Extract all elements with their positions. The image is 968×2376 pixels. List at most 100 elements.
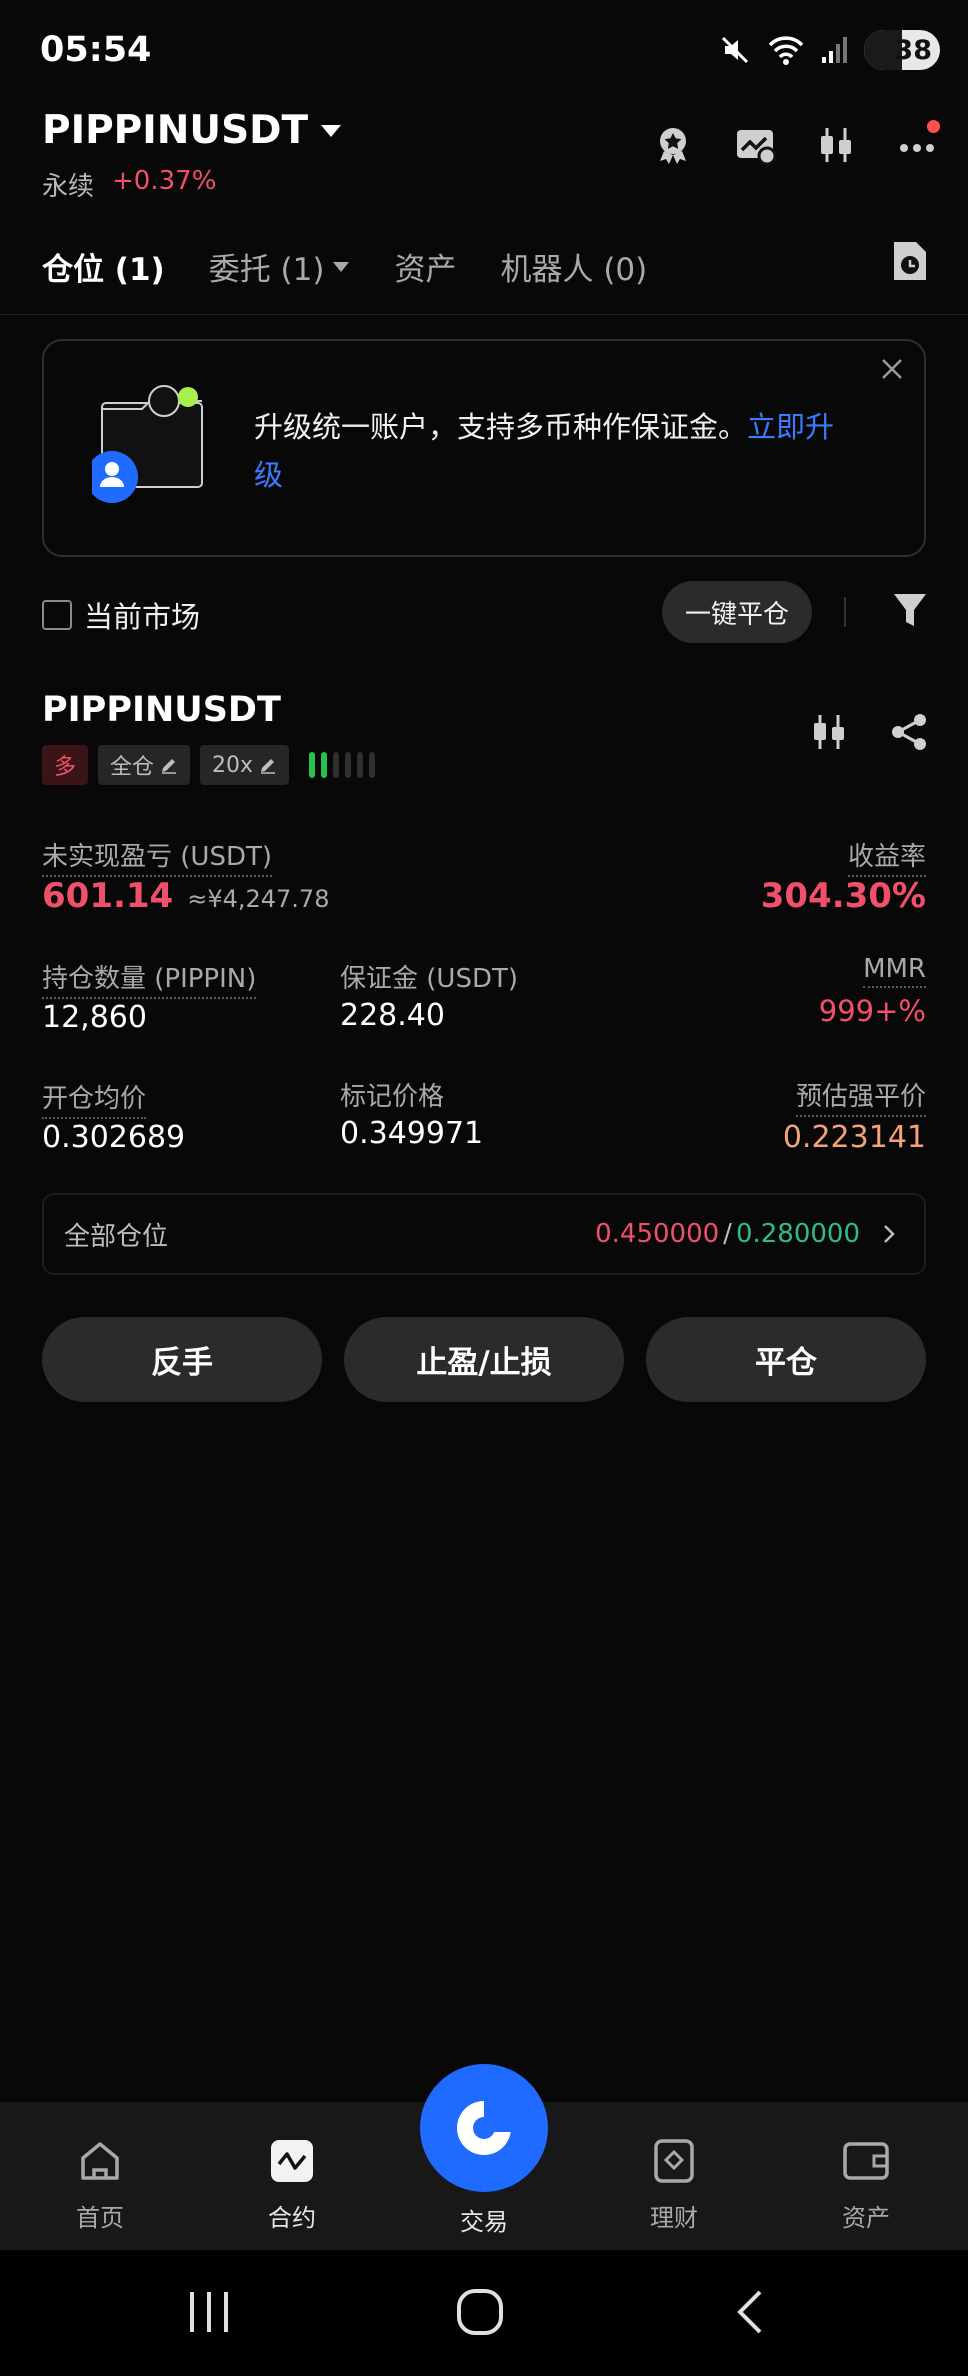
risk-level-bars bbox=[309, 752, 376, 778]
close-icon[interactable] bbox=[880, 357, 904, 381]
price-change: +0.37% bbox=[112, 166, 217, 196]
margin-mode-tag[interactable]: 全仓 bbox=[98, 745, 191, 785]
history-icon[interactable] bbox=[890, 240, 928, 282]
candlestick-icon[interactable] bbox=[810, 712, 848, 752]
folder-illustration-icon bbox=[86, 385, 212, 507]
unrealized-pnl-cny: ≈¥4,247.78 bbox=[187, 885, 330, 913]
entry-price-label[interactable]: 开仓均价 bbox=[42, 1078, 147, 1119]
current-market-label: 当前市场 bbox=[84, 600, 201, 634]
current-market-checkbox[interactable] bbox=[42, 600, 72, 630]
risk-bar bbox=[321, 752, 328, 778]
candlestick-icon[interactable] bbox=[816, 124, 856, 166]
nav-futures[interactable]: 合约 bbox=[232, 2138, 352, 2233]
nav-assets[interactable]: 资产 bbox=[806, 2138, 926, 2233]
caret-down-icon bbox=[320, 124, 342, 138]
futures-icon bbox=[271, 2140, 313, 2182]
position-actions bbox=[810, 712, 928, 752]
earn-icon bbox=[654, 2139, 694, 2183]
status-time: 05:54 bbox=[40, 30, 152, 70]
roe-value: 304.30% bbox=[760, 876, 926, 916]
position-tabs: 仓位 (1) 委托 (1) 资产 机器人 (0) bbox=[42, 244, 647, 289]
mark-price-value: 0.349971 bbox=[340, 1116, 484, 1151]
nav-earn-label: 理财 bbox=[650, 2204, 698, 2232]
chart-settings-icon[interactable] bbox=[734, 124, 776, 166]
edit-icon bbox=[261, 759, 276, 774]
risk-bar bbox=[333, 752, 340, 778]
margin-value: 228.40 bbox=[340, 998, 445, 1033]
leverage-tag[interactable]: 20x bbox=[200, 745, 290, 785]
liq-price-value: 0.223141 bbox=[782, 1120, 926, 1155]
recent-apps-icon[interactable] bbox=[186, 2290, 232, 2334]
back-icon[interactable] bbox=[732, 2288, 768, 2336]
upgrade-banner[interactable]: 升级统一账户，支持多币种作保证金。立即升级 bbox=[42, 339, 926, 557]
pair-subtitle: 永续 +0.37% bbox=[42, 166, 216, 203]
roe-label[interactable]: 收益率 bbox=[847, 836, 926, 877]
nav-trade-label: 交易 bbox=[460, 2208, 508, 2236]
unrealized-pnl-label[interactable]: 未实现盈亏 (USDT) bbox=[42, 836, 272, 877]
tab-assets[interactable]: 资产 bbox=[394, 244, 456, 289]
risk-bar bbox=[369, 752, 376, 778]
risk-bar bbox=[309, 752, 316, 778]
tab-bots[interactable]: 机器人 (0) bbox=[500, 244, 647, 289]
share-icon[interactable] bbox=[890, 712, 928, 752]
tpsl-prices: 0.450000 / 0.280000 bbox=[595, 1219, 904, 1249]
mute-icon bbox=[718, 33, 752, 67]
price-separator: / bbox=[723, 1219, 732, 1249]
close-all-button[interactable]: 一键平仓 bbox=[662, 581, 812, 643]
status-icons: 38 bbox=[718, 30, 940, 70]
notification-dot bbox=[927, 120, 940, 133]
filter-icon[interactable] bbox=[892, 592, 928, 630]
margin-label: 保证金 (USDT) bbox=[340, 964, 518, 994]
nav-home[interactable]: 首页 bbox=[40, 2138, 160, 2233]
header-actions bbox=[652, 120, 940, 166]
pair-selector[interactable]: PIPPINUSDT bbox=[42, 108, 342, 153]
qty-value: 12,860 bbox=[42, 1000, 147, 1035]
entry-price-value: 0.302689 bbox=[42, 1120, 186, 1155]
reverse-button[interactable]: 反手 bbox=[42, 1317, 322, 1402]
badge-award-icon[interactable] bbox=[652, 124, 694, 166]
mmr-value: 999+% bbox=[818, 994, 926, 1028]
margin-mode-label: 全仓 bbox=[110, 755, 155, 780]
mmr-label[interactable]: MMR bbox=[863, 954, 926, 988]
mark-price-label: 标记价格 bbox=[340, 1082, 445, 1112]
nav-earn[interactable]: 理财 bbox=[614, 2138, 734, 2233]
trade-button[interactable] bbox=[420, 2064, 548, 2192]
wifi-icon bbox=[766, 33, 806, 67]
tab-orders-label: 委托 (1) bbox=[208, 252, 325, 288]
banner-message: 升级统一账户，支持多币种作保证金。 bbox=[254, 410, 748, 444]
signal-icon bbox=[820, 35, 850, 65]
tab-positions[interactable]: 仓位 (1) bbox=[42, 244, 165, 289]
battery-level: 38 bbox=[894, 34, 932, 66]
take-profit-price: 0.450000 bbox=[595, 1219, 720, 1249]
battery-indicator: 38 bbox=[864, 30, 940, 70]
tab-divider bbox=[0, 314, 968, 315]
risk-bar bbox=[357, 752, 364, 778]
position-action-buttons: 反手 止盈/止损 平仓 bbox=[42, 1317, 926, 1402]
home-button-icon[interactable] bbox=[456, 2288, 504, 2336]
qty-label[interactable]: 持仓数量 (PIPPIN) bbox=[42, 958, 257, 999]
nav-home-label: 首页 bbox=[76, 2204, 124, 2232]
pair-name: PIPPINUSDT bbox=[42, 108, 309, 153]
risk-bar bbox=[345, 752, 352, 778]
unrealized-pnl: 601.14 bbox=[42, 876, 174, 916]
position-tags: 多 全仓 20x bbox=[42, 745, 376, 785]
market-type: 永续 bbox=[42, 172, 95, 202]
close-position-button[interactable]: 平仓 bbox=[646, 1317, 926, 1402]
chevron-right-icon bbox=[884, 1225, 895, 1243]
unrealized-pnl-value: 601.14 ≈¥4,247.78 bbox=[42, 876, 329, 916]
more-icon[interactable] bbox=[896, 120, 940, 166]
edit-icon bbox=[162, 759, 177, 774]
nav-futures-label: 合约 bbox=[268, 2204, 316, 2232]
leverage-label: 20x bbox=[212, 752, 254, 778]
tpsl-button[interactable]: 止盈/止损 bbox=[344, 1317, 624, 1402]
current-market-filter[interactable]: 当前市场 bbox=[42, 594, 200, 636]
side-tag: 多 bbox=[42, 745, 89, 785]
tab-orders[interactable]: 委托 (1) bbox=[209, 244, 351, 289]
position-symbol[interactable]: PIPPINUSDT bbox=[42, 690, 281, 730]
system-nav-bar bbox=[0, 2250, 968, 2376]
nav-assets-label: 资产 bbox=[842, 2204, 890, 2232]
liq-price-label[interactable]: 预估强平价 bbox=[795, 1076, 926, 1117]
all-positions-tpsl-row[interactable]: 全部仓位 0.450000 / 0.280000 bbox=[42, 1193, 926, 1275]
home-icon bbox=[81, 2142, 119, 2180]
banner-text: 升级统一账户，支持多币种作保证金。立即升级 bbox=[254, 403, 854, 499]
